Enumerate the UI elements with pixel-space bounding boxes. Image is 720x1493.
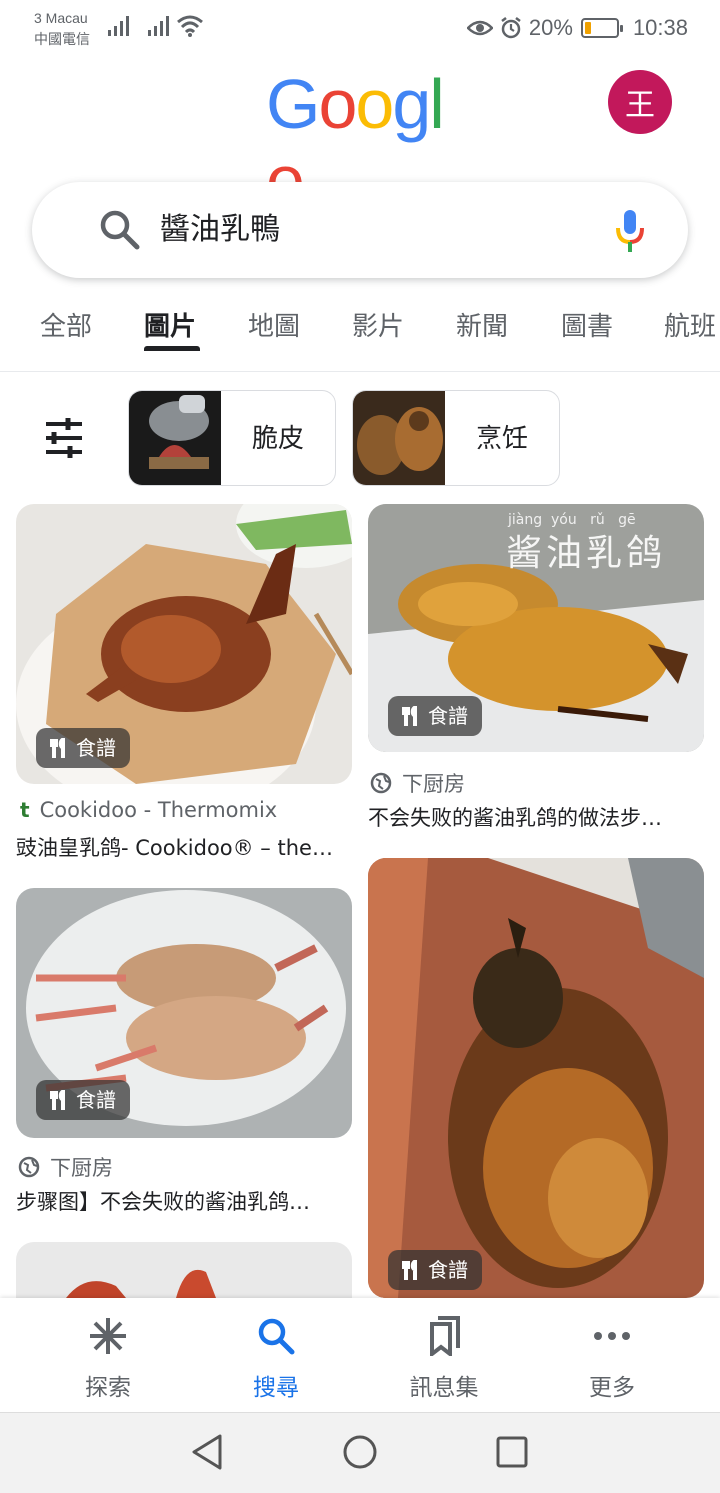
tab-images[interactable]: 圖片 bbox=[144, 306, 196, 343]
tab-maps[interactable]: 地圖 bbox=[248, 306, 300, 343]
battery-percent: 20% bbox=[528, 15, 573, 40]
result-source-2[interactable]: 下厨房 bbox=[370, 768, 465, 798]
recipe-badge: 食譜 bbox=[388, 1250, 482, 1290]
signal-icon bbox=[108, 14, 132, 36]
recents-icon[interactable] bbox=[496, 1433, 528, 1471]
status-bar: 3 Macau 中國電信 20% 10:38 bbox=[0, 0, 720, 56]
roast-duck-image bbox=[368, 858, 704, 1298]
logo-letter: G bbox=[266, 65, 320, 143]
fork-knife-icon bbox=[50, 738, 65, 758]
wifi-icon bbox=[177, 15, 203, 37]
result-image-3[interactable]: 食譜 bbox=[16, 888, 352, 1138]
clock: 10:38 bbox=[632, 15, 688, 40]
status-right: 20% 10:38 bbox=[466, 14, 688, 42]
tab-all[interactable]: 全部 bbox=[40, 306, 92, 343]
nav-label: 搜尋 bbox=[253, 1375, 299, 1401]
mic-icon[interactable] bbox=[614, 208, 646, 254]
result-image-5[interactable] bbox=[16, 1242, 352, 1298]
result-image-2[interactable]: jiàng yóu rǔ gē 酱油乳鸽 食譜 bbox=[368, 504, 704, 752]
nav-label: 訊息集 bbox=[409, 1375, 479, 1401]
nav-label: 探索 bbox=[85, 1375, 131, 1401]
thermomix-icon: t bbox=[20, 798, 30, 822]
recipe-badge: 食譜 bbox=[388, 696, 482, 736]
bottom-nav: 探索 搜尋 訊息集 更多 bbox=[0, 1298, 720, 1412]
chip-label: 烹饪 bbox=[475, 424, 528, 454]
result-image-partial bbox=[16, 1242, 352, 1298]
search-icon bbox=[258, 1318, 295, 1355]
nav-more[interactable]: 更多 bbox=[532, 1298, 692, 1412]
carrier-sub: 中國電信 bbox=[34, 31, 90, 47]
fork-knife-icon bbox=[50, 1090, 65, 1110]
source-name: 下厨房 bbox=[402, 772, 465, 796]
more-dots-icon bbox=[594, 1332, 630, 1340]
filter-icon[interactable] bbox=[40, 416, 88, 460]
nav-search[interactable]: 搜尋 bbox=[196, 1298, 356, 1412]
back-icon[interactable] bbox=[190, 1433, 224, 1471]
source-name: Cookidoo - Thermomix bbox=[39, 798, 278, 822]
result-title-3[interactable]: 步骤图】不会失败的酱油乳鸽… bbox=[16, 1186, 352, 1216]
result-image-4[interactable]: 食譜 bbox=[368, 858, 704, 1298]
search-icon[interactable] bbox=[98, 208, 142, 252]
search-box[interactable]: 醬油乳鴨 bbox=[32, 182, 688, 278]
logo-letter: g bbox=[392, 65, 431, 143]
recipe-badge: 食譜 bbox=[36, 728, 130, 768]
globe-icon bbox=[370, 772, 392, 794]
chip-crispy[interactable]: 脆皮 bbox=[128, 390, 336, 486]
globe-icon bbox=[18, 1156, 40, 1178]
collections-icon bbox=[430, 1316, 460, 1356]
badge-label: 食譜 bbox=[76, 736, 116, 760]
avatar[interactable]: 王 bbox=[608, 70, 672, 134]
chip-thumbnail bbox=[129, 391, 221, 485]
badge-label: 食譜 bbox=[76, 1088, 116, 1112]
result-source-3[interactable]: 下厨房 bbox=[18, 1152, 113, 1182]
nav-collections[interactable]: 訊息集 bbox=[364, 1298, 524, 1412]
battery-icon bbox=[580, 18, 623, 38]
badge-label: 食譜 bbox=[428, 704, 468, 728]
search-tabs: 全部 圖片 地圖 影片 新聞 圖書 航班 bbox=[0, 296, 720, 372]
signal-2-icon bbox=[148, 14, 172, 36]
eye-icon bbox=[466, 20, 493, 36]
system-nav-bar bbox=[0, 1412, 720, 1493]
tab-videos[interactable]: 影片 bbox=[352, 306, 404, 343]
logo-letter: o bbox=[355, 65, 394, 143]
logo-letter: l bbox=[429, 65, 445, 143]
alarm-icon bbox=[501, 17, 521, 39]
chip-label: 脆皮 bbox=[251, 424, 304, 454]
nav-discover[interactable]: 探索 bbox=[28, 1298, 188, 1412]
logo-letter: o bbox=[318, 65, 357, 143]
result-title-2[interactable]: 不会失败的酱油乳鸽的做法步… bbox=[368, 802, 704, 832]
search-input[interactable]: 醬油乳鴨 bbox=[160, 182, 280, 278]
result-title-1[interactable]: 豉油皇乳鸽- Cookidoo® – the… bbox=[16, 832, 352, 862]
chip-thumbnail bbox=[353, 391, 445, 485]
active-tab-indicator bbox=[144, 346, 200, 351]
carrier-name: 3 Macau bbox=[34, 10, 88, 26]
source-name: 下厨房 bbox=[50, 1156, 113, 1180]
chip-cooking[interactable]: 烹饪 bbox=[352, 390, 560, 486]
tab-flights[interactable]: 航班 bbox=[664, 306, 716, 343]
asterisk-icon bbox=[90, 1318, 126, 1354]
carrier-info: 3 Macau 中國電信 bbox=[34, 8, 90, 50]
result-source-1[interactable]: t Cookidoo - Thermomix bbox=[20, 798, 277, 822]
badge-label: 食譜 bbox=[428, 1258, 468, 1282]
watermark-text: 酱油乳鸽 bbox=[506, 533, 667, 574]
tab-news[interactable]: 新聞 bbox=[456, 306, 508, 343]
home-icon[interactable] bbox=[342, 1433, 378, 1471]
nav-label: 更多 bbox=[589, 1375, 635, 1401]
result-image-1[interactable]: 食譜 bbox=[16, 504, 352, 784]
fork-knife-icon bbox=[402, 1260, 417, 1280]
recipe-badge: 食譜 bbox=[36, 1080, 130, 1120]
google-logo[interactable]: Google bbox=[266, 65, 458, 218]
tab-books[interactable]: 圖書 bbox=[561, 306, 613, 343]
fork-knife-icon bbox=[402, 706, 417, 726]
